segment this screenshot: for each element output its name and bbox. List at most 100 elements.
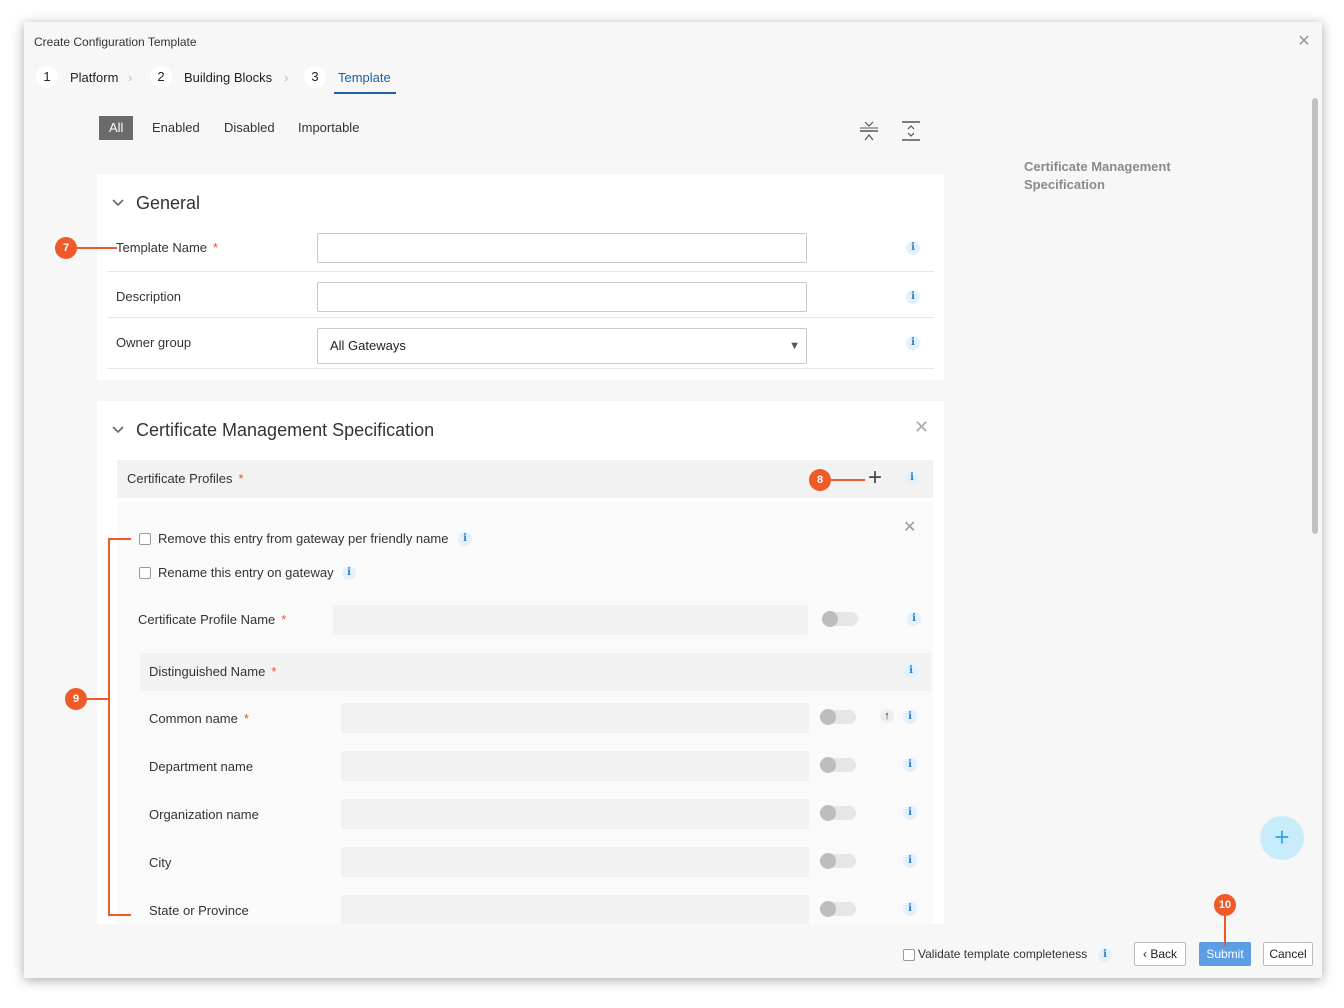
back-button-label: Back	[1150, 947, 1178, 961]
step-1-number[interactable]: 1	[36, 66, 58, 88]
info-icon[interactable]: i	[458, 532, 472, 546]
required-mark: *	[238, 471, 244, 486]
city-toggle[interactable]	[820, 853, 856, 869]
info-icon[interactable]: i	[906, 290, 920, 304]
department-name-input[interactable]	[341, 751, 809, 781]
info-icon[interactable]: i	[342, 566, 356, 580]
common-name-label: Common name *	[149, 711, 249, 726]
info-icon[interactable]: i	[905, 471, 919, 485]
description-label: Description	[116, 289, 182, 304]
city-input[interactable]	[341, 847, 809, 877]
callout-9-bracket-bottom	[108, 914, 131, 916]
department-name-label: Department name	[149, 759, 254, 774]
validate-checkbox[interactable]	[903, 949, 915, 961]
required-mark: *	[281, 612, 287, 627]
chevron-right-icon: ›	[128, 70, 133, 85]
upload-icon[interactable]: ↑	[880, 709, 894, 723]
back-button[interactable]: ‹ Back	[1134, 942, 1186, 966]
organization-name-toggle[interactable]	[820, 805, 856, 821]
callout-9-line	[87, 698, 109, 700]
city-label: City	[149, 855, 172, 870]
distinguished-name-label: Distinguished Name *	[149, 664, 276, 679]
common-name-input[interactable]	[341, 703, 809, 733]
common-name-toggle[interactable]	[820, 709, 856, 725]
sidebar-nav-cert-spec[interactable]: Certificate Management Specification	[1024, 158, 1194, 194]
dialog-title: Create Configuration Template	[34, 35, 197, 49]
info-icon[interactable]: i	[906, 241, 920, 255]
active-step-underline	[334, 92, 396, 94]
state-province-toggle[interactable]	[820, 901, 856, 917]
add-block-fab[interactable]: +	[1260, 816, 1304, 860]
info-icon[interactable]: i	[907, 612, 921, 626]
info-icon[interactable]: i	[903, 710, 917, 724]
remove-section-icon[interactable]: ✕	[914, 417, 929, 438]
general-section: General Template Name * i Description i O…	[97, 174, 944, 380]
step-building-blocks[interactable]: Building Blocks	[184, 70, 272, 85]
owner-group-value: All Gateways	[330, 338, 406, 353]
description-input[interactable]	[317, 282, 807, 312]
organization-name-label: Organization name	[149, 807, 259, 822]
callout-7-line	[77, 247, 117, 249]
add-profile-icon[interactable]: +	[868, 464, 882, 492]
cert-spec-title: Certificate Management Specification	[136, 420, 435, 440]
remove-entry-checkbox[interactable]	[139, 533, 151, 545]
info-icon[interactable]: i	[1098, 948, 1112, 962]
owner-group-select[interactable]: All Gateways ▼	[317, 328, 807, 364]
scrollbar-thumb[interactable]	[1312, 98, 1318, 534]
expand-all-icon[interactable]	[900, 120, 922, 142]
info-icon[interactable]: i	[903, 854, 917, 868]
info-icon[interactable]: i	[906, 336, 920, 350]
profile-name-toggle[interactable]	[822, 611, 858, 627]
callout-10: 10	[1214, 894, 1236, 916]
chevron-right-icon: ›	[284, 70, 289, 85]
distinguished-name-label-text: Distinguished Name	[149, 664, 266, 679]
info-icon[interactable]: i	[903, 902, 917, 916]
validate-label: Validate template completeness	[918, 947, 1088, 961]
profile-name-label: Certificate Profile Name *	[138, 612, 286, 627]
step-template[interactable]: Template	[338, 70, 391, 85]
required-mark: *	[243, 711, 249, 726]
state-province-input[interactable]	[341, 895, 809, 925]
filter-all[interactable]: All	[99, 116, 134, 140]
filter-enabled[interactable]: Enabled	[142, 116, 210, 140]
department-name-toggle[interactable]	[820, 757, 856, 773]
template-name-label-text: Template Name	[116, 240, 208, 255]
chevron-down-icon[interactable]	[111, 196, 125, 210]
common-name-label-text: Common name	[149, 711, 238, 726]
template-name-input[interactable]	[317, 233, 807, 263]
rename-entry-checkbox[interactable]	[139, 567, 151, 579]
distinguished-name-header: Distinguished Name * i	[140, 653, 931, 691]
cert-profile-entry: ✕ Remove this entry from gateway per fri…	[117, 501, 933, 961]
callout-8: 8	[809, 469, 831, 491]
organization-name-input[interactable]	[341, 799, 809, 829]
state-province-label: State or Province	[149, 903, 249, 918]
cancel-button[interactable]: Cancel	[1263, 942, 1313, 966]
step-platform[interactable]: Platform	[70, 70, 118, 85]
cert-profiles-label-text: Certificate Profiles	[127, 471, 233, 486]
required-mark: *	[271, 664, 277, 679]
remove-entry-icon[interactable]: ✕	[903, 517, 916, 537]
callout-9: 9	[65, 688, 87, 710]
callout-8-line	[831, 479, 865, 481]
divider	[107, 317, 934, 318]
rename-entry-label: Rename this entry on gateway	[158, 565, 334, 580]
callout-9-bracket	[108, 538, 110, 916]
profile-name-input[interactable]	[333, 605, 808, 635]
chevron-down-icon[interactable]	[111, 423, 125, 437]
template-name-label: Template Name *	[116, 240, 218, 255]
step-2-number[interactable]: 2	[150, 66, 172, 88]
profile-name-label-text: Certificate Profile Name	[138, 612, 276, 627]
divider	[107, 368, 934, 369]
filter-disabled[interactable]: Disabled	[214, 116, 285, 140]
close-icon[interactable]: ✕	[1296, 34, 1312, 50]
step-3-number[interactable]: 3	[304, 66, 326, 88]
info-icon[interactable]: i	[903, 806, 917, 820]
required-mark: *	[213, 240, 219, 255]
filter-importable[interactable]: Importable	[288, 116, 369, 140]
owner-group-label: Owner group	[116, 335, 192, 350]
collapse-all-icon[interactable]	[858, 120, 880, 142]
info-icon[interactable]: i	[904, 664, 918, 678]
divider	[107, 271, 934, 272]
info-icon[interactable]: i	[903, 758, 917, 772]
create-template-dialog: Create Configuration Template ✕ 1 Platfo…	[24, 22, 1322, 978]
